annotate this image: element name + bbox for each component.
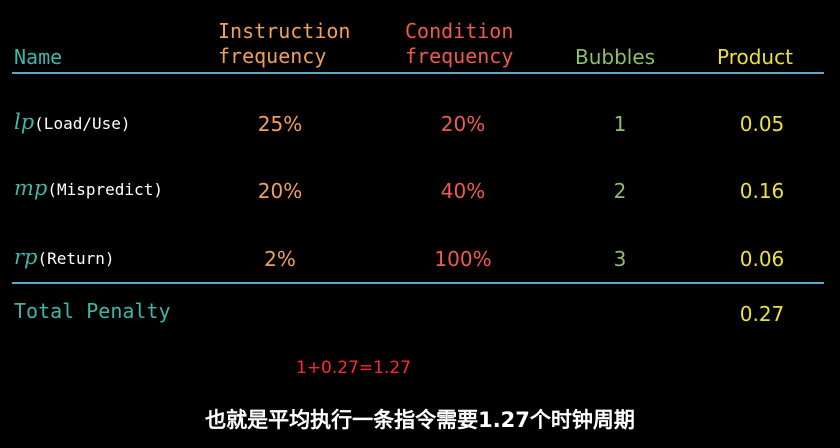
row-symbol: rp (14, 245, 38, 269)
annotation-formula: 1+0.27=1.27 (296, 358, 412, 378)
header-instruction-line1: Instruction (218, 19, 351, 43)
row-symbol: lp (14, 110, 35, 134)
subtitle-caption: 也就是平均执行一条指令需要1.27个时钟周期 (205, 408, 635, 432)
row-product: 0.05 (739, 112, 785, 136)
header-condition-line1: Condition (405, 19, 514, 43)
row-label: (Return) (37, 249, 115, 268)
header-condition-line2: frequency (405, 44, 514, 68)
total-penalty-value: 0.27 (739, 302, 785, 326)
row-instruction-frequency: 25% (257, 112, 303, 136)
row-label: (Mispredict) (47, 180, 163, 199)
table-row-mispredict: mp(Mispredict) (14, 176, 163, 200)
row-label: (Load/Use) (34, 114, 131, 133)
row-product: 0.06 (739, 247, 785, 271)
header-name: Name (14, 45, 63, 69)
row-instruction-frequency: 2% (264, 247, 296, 271)
header-product: Product (717, 45, 793, 69)
row-instruction-frequency: 20% (257, 179, 303, 203)
header-rule (12, 72, 824, 74)
table-row-return: rp(Return) (14, 245, 115, 269)
row-product: 0.16 (739, 179, 785, 203)
row-symbol: mp (14, 176, 48, 200)
header-bubbles: Bubbles (575, 45, 656, 69)
row-bubbles: 3 (613, 247, 627, 271)
row-bubbles: 1 (613, 112, 627, 136)
header-condition-frequency: Condition frequency (405, 19, 513, 69)
row-condition-frequency: 20% (440, 112, 486, 136)
total-penalty-label: Total Penalty (14, 299, 171, 323)
header-instruction-frequency: Instruction frequency (218, 19, 350, 69)
total-rule (12, 282, 824, 284)
row-bubbles: 2 (613, 179, 627, 203)
table-row-load-use: lp(Load/Use) (14, 110, 131, 134)
header-instruction-line2: frequency (218, 44, 327, 68)
row-condition-frequency: 100% (434, 247, 492, 271)
row-condition-frequency: 40% (440, 179, 486, 203)
